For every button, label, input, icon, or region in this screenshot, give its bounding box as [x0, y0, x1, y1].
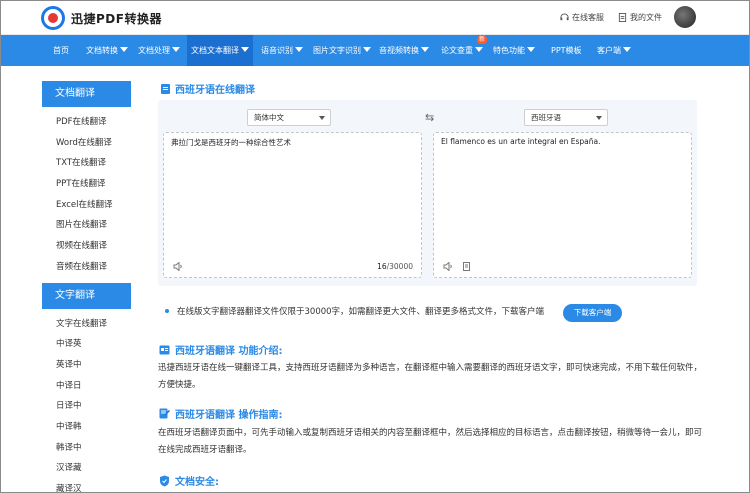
sidebar-item-txt[interactable]: TXT在线翻译	[42, 153, 131, 174]
sidebar-item-video[interactable]: 视频在线翻译	[42, 236, 131, 257]
speaker-icon[interactable]	[443, 262, 453, 271]
nav-doc-translate-label: 文档文本翻译	[191, 46, 239, 55]
char-limit: /30000	[386, 262, 413, 271]
sidebar-item-pdf[interactable]: PDF在线翻译	[42, 112, 131, 133]
guide-heading: 西班牙语翻译 操作指南:	[159, 406, 282, 421]
page-title-text: 西班牙语在线翻译	[175, 85, 255, 96]
sidebar-item-ko-zh[interactable]: 韩译中	[42, 438, 131, 459]
nav-doc-convert-label: 文档转换	[86, 46, 118, 55]
sidebar-item-bo-zh[interactable]: 藏译汉	[42, 479, 131, 492]
sidebar-item-ja-zh[interactable]: 日译中	[42, 396, 131, 417]
sidebar-item-text-online[interactable]: 文字在线翻译	[42, 314, 131, 335]
target-language-select[interactable]: 西班牙语	[524, 109, 608, 126]
guide-icon	[159, 408, 170, 419]
nav-doc-process-label: 文档处理	[138, 46, 170, 55]
main-nav: 首页 文档转换 文档处理 文档文本翻译 语音识别 图片文字识别 音视频转换 论文…	[1, 35, 749, 66]
info-card-icon	[159, 345, 170, 354]
new-badge: 新	[477, 36, 488, 44]
intro-text: 迅捷西班牙语在线一键翻译工具，支持西班牙语翻译为多种语言，在翻译框中输入需要翻译…	[158, 363, 703, 390]
nav-ppt[interactable]: PPT模板	[551, 35, 582, 66]
bullet-icon	[165, 309, 169, 313]
chevron-down-icon	[363, 47, 371, 52]
download-client-button[interactable]: 下载客户端	[563, 304, 622, 322]
brand-name[interactable]: 迅捷PDF转换器	[71, 10, 162, 27]
avatar[interactable]	[674, 6, 696, 28]
logo-icon[interactable]	[41, 6, 65, 30]
chevron-down-icon	[120, 47, 128, 52]
sidebar-item-excel[interactable]: Excel在线翻译	[42, 195, 131, 216]
nav-speech[interactable]: 语音识别	[261, 35, 303, 66]
speaker-icon[interactable]	[173, 262, 183, 271]
chevron-down-icon	[421, 47, 429, 52]
nav-home[interactable]: 首页	[53, 35, 69, 66]
sidebar-item-en-zh[interactable]: 英译中	[42, 355, 131, 376]
nav-features[interactable]: 特色功能	[493, 35, 535, 66]
nav-features-label: 特色功能	[493, 46, 525, 55]
sidebar-item-audio[interactable]: 音频在线翻译	[42, 257, 131, 278]
target-text-value: El flamenco es un arte integral en Españ…	[441, 137, 601, 146]
page-title: 西班牙语在线翻译	[161, 81, 255, 96]
chevron-down-icon	[596, 116, 602, 120]
nav-av-convert-label: 音视频转换	[379, 46, 419, 55]
nav-ppt-label: PPT模板	[551, 46, 582, 55]
guide-heading-text: 西班牙语翻译 操作指南:	[175, 410, 283, 421]
sidebar-group-text-translate: 文字翻译	[42, 282, 131, 309]
source-text-value: 弗拉门戈是西班牙的一种综合性艺术	[171, 138, 291, 147]
security-heading: 文档安全:	[159, 473, 219, 488]
nav-av-convert[interactable]: 音视频转换	[379, 35, 429, 66]
sidebar: 文档翻译 PDF在线翻译 Word在线翻译 TXT在线翻译 PPT在线翻译 Ex…	[42, 81, 131, 492]
shield-icon	[160, 475, 169, 486]
target-text-output[interactable]: El flamenco es un arte integral en Españ…	[433, 132, 692, 278]
sidebar-item-zh-en[interactable]: 中译英	[42, 334, 131, 355]
limit-note-text: 在线版文字翻译器翻译文件仅限于30000字，如需翻译更大文件、翻译更多格式文件，…	[177, 307, 545, 317]
source-language-select[interactable]: 简体中文	[247, 109, 331, 126]
online-service-link[interactable]: 在线客服	[560, 12, 604, 23]
intro-heading: 西班牙语翻译 功能介绍:	[159, 342, 282, 357]
nav-doc-translate[interactable]: 文档文本翻译	[187, 35, 253, 66]
sidebar-item-zh-ko[interactable]: 中译韩	[42, 417, 131, 438]
nav-ocr[interactable]: 图片文字识别	[313, 35, 371, 66]
nav-home-label: 首页	[53, 46, 69, 55]
headset-icon	[560, 13, 569, 21]
header: 迅捷PDF转换器 在线客服 我的文件	[1, 1, 749, 35]
copy-icon[interactable]	[462, 262, 472, 271]
limit-note: 在线版文字翻译器翻译文件仅限于30000字，如需翻译更大文件、翻译更多格式文件，…	[165, 305, 544, 317]
chevron-down-icon	[475, 47, 483, 52]
swap-languages-icon[interactable]: ⇆	[425, 111, 434, 124]
chevron-down-icon	[241, 47, 249, 52]
document-icon	[161, 83, 170, 94]
intro-heading-text: 西班牙语翻译 功能介绍:	[175, 346, 283, 357]
nav-doc-convert[interactable]: 文档转换	[86, 35, 128, 66]
target-language-value: 西班牙语	[531, 113, 561, 122]
chevron-down-icon	[172, 47, 180, 52]
sidebar-item-zh-bo[interactable]: 汉译藏	[42, 458, 131, 479]
chevron-down-icon	[623, 47, 631, 52]
nav-client[interactable]: 客户端	[597, 35, 631, 66]
chevron-down-icon	[319, 116, 325, 120]
page-frame: 迅捷PDF转换器 在线客服 我的文件 首页 文档转换 文档处理 文档文本翻译 语…	[0, 0, 750, 493]
nav-client-label: 客户端	[597, 46, 621, 55]
my-files-link[interactable]: 我的文件	[618, 12, 662, 23]
char-counter: 16/30000	[377, 262, 413, 271]
nav-ocr-label: 图片文字识别	[313, 46, 361, 55]
chevron-down-icon	[527, 47, 535, 52]
online-service-label: 在线客服	[572, 13, 604, 22]
chevron-down-icon	[295, 47, 303, 52]
sidebar-group-doc-translate: 文档翻译	[42, 81, 131, 107]
my-files-label: 我的文件	[630, 13, 662, 22]
source-language-value: 简体中文	[254, 113, 284, 122]
char-count: 16	[377, 262, 387, 271]
sidebar-item-image[interactable]: 图片在线翻译	[42, 215, 131, 236]
sidebar-item-ppt[interactable]: PPT在线翻译	[42, 174, 131, 195]
guide-text: 在西班牙语翻译页面中，可先手动输入或复制西班牙语相关的内容至翻译框中，然后选择相…	[158, 428, 703, 455]
sidebar-item-word[interactable]: Word在线翻译	[42, 133, 131, 154]
security-heading-text: 文档安全:	[175, 477, 219, 488]
file-icon	[618, 13, 627, 22]
source-text-input[interactable]: 弗拉门戈是西班牙的一种综合性艺术 16/30000	[163, 132, 422, 278]
nav-paper-check-label: 论文查重	[441, 46, 473, 55]
nav-speech-label: 语音识别	[261, 46, 293, 55]
sidebar-item-zh-ja[interactable]: 中译日	[42, 376, 131, 397]
nav-doc-process[interactable]: 文档处理	[138, 35, 180, 66]
